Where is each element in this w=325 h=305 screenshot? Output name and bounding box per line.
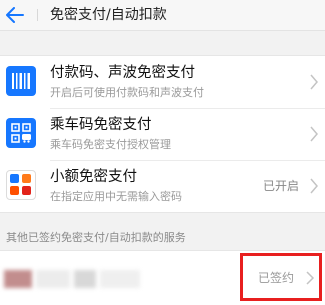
redacted-logo bbox=[4, 270, 32, 288]
navigation-header: 免密支付/自动扣款 bbox=[0, 0, 325, 31]
redacted-text bbox=[36, 270, 70, 288]
header-divider bbox=[37, 9, 38, 21]
list-item-qr-sonic-payment[interactable]: 付款码、声波免密支付 开启后可使用付款码和声波支付 bbox=[0, 56, 325, 108]
item-title: 付款码、声波免密支付 bbox=[50, 65, 195, 81]
list-item-small-amount-payment[interactable]: 小额免密支付 在指定应用中无需输入密码 已开启 bbox=[0, 160, 325, 212]
item-subtitle: 在指定应用中无需输入密码 bbox=[50, 190, 182, 203]
status-label: 已开启 bbox=[262, 179, 299, 193]
highlight-annotation bbox=[240, 253, 322, 301]
item-subtitle: 乘车码免密支付授权管理 bbox=[50, 138, 171, 151]
item-title: 乘车码免密支付 bbox=[50, 117, 152, 133]
item-subtitle: 开启后可使用付款码和声波支付 bbox=[50, 86, 204, 99]
list-item-bus-code-payment[interactable]: 乘车码免密支付 乘车码免密支付授权管理 bbox=[0, 108, 325, 160]
taobao-apps-icon bbox=[6, 170, 36, 200]
bus-qr-icon bbox=[6, 118, 36, 148]
redacted-text bbox=[100, 270, 140, 288]
back-button[interactable] bbox=[2, 3, 28, 27]
redacted-text bbox=[74, 270, 96, 288]
chevron-right-icon bbox=[310, 178, 318, 194]
page-title: 免密支付/自动扣款 bbox=[50, 7, 167, 23]
item-title: 小额免密支付 bbox=[50, 169, 137, 185]
arrow-left-icon bbox=[6, 7, 24, 23]
payment-settings-list: 付款码、声波免密支付 开启后可使用付款码和声波支付 乘车码免密支付 乘车码免密支… bbox=[0, 55, 325, 213]
barcode-icon bbox=[6, 66, 36, 96]
section-label: 其他已签约免密支付/自动扣款的服务 bbox=[6, 231, 186, 244]
chevron-right-icon bbox=[310, 74, 318, 90]
chevron-right-icon bbox=[310, 126, 318, 142]
